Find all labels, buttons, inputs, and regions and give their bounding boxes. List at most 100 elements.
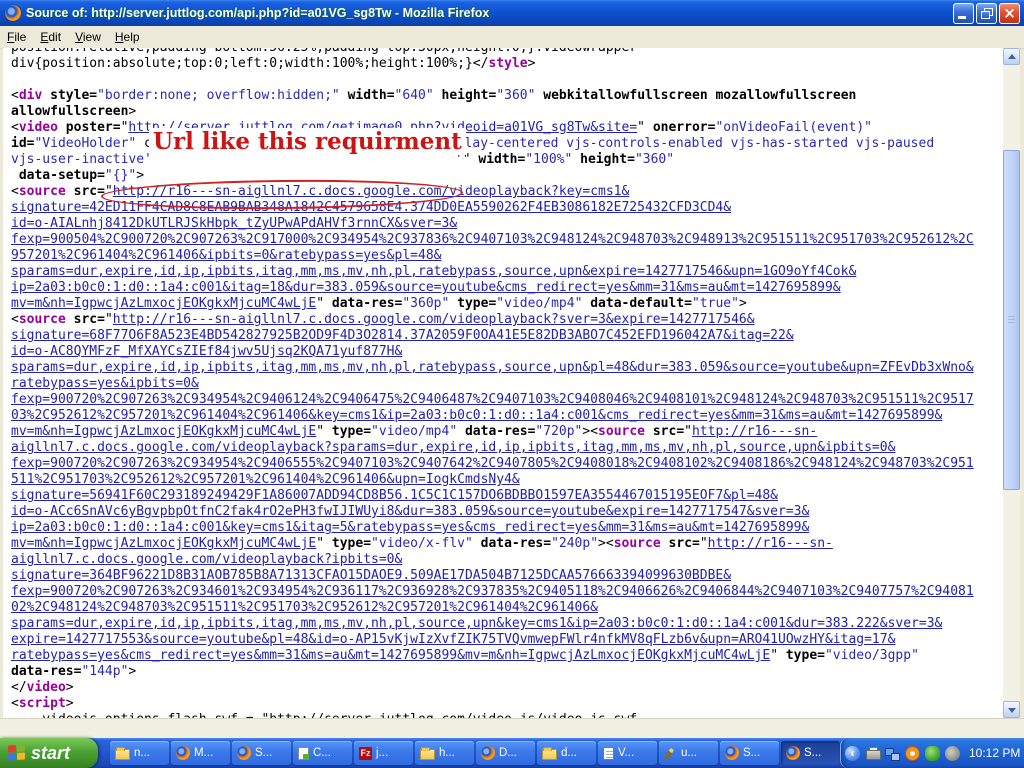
editor-icon (298, 747, 309, 760)
start-button[interactable]: start (0, 738, 98, 768)
source-link[interactable]: sparams=dur,expire,id,ip,ipbits,itag,mm,… (11, 616, 942, 631)
source-link[interactable]: ratebypass=yes&cms_redirect=yes&mm=31&ms… (11, 648, 770, 663)
taskbar-button-1[interactable]: n... (110, 741, 169, 765)
taskbar-button-11[interactable]: S... (720, 741, 779, 765)
source-text: " (770, 648, 786, 663)
taskbar-button-label: u... (681, 747, 697, 759)
taskbar: start n...M...S...C...j...h...D...d...V.… (0, 738, 1024, 768)
source-link[interactable]: expire=1427717553&source=youtube&pl=48&i… (11, 632, 895, 647)
printer-icon[interactable] (865, 746, 880, 761)
restore-button[interactable] (976, 3, 997, 24)
chevron-icon[interactable] (845, 746, 860, 761)
source-link[interactable]: id=o-ACc6SnAVc6yBgvpbpOtfnC2fak4rO2ePH3f… (11, 504, 809, 519)
orange-icon[interactable] (905, 746, 920, 761)
network-icon[interactable] (885, 746, 900, 761)
source-line: mv=m&nh=IgpwcjAzLmxocjEOKgkxMjcuMC4wLjE"… (11, 424, 1003, 440)
source-text: </ (11, 680, 27, 695)
source-text: source (19, 184, 66, 199)
source-link[interactable]: mv=m&nh=IgpwcjAzLmxocjEOKgkxMjcuMC4wLjE (11, 536, 316, 551)
taskbar-button-6[interactable]: h... (415, 741, 474, 765)
source-link[interactable]: http://r16---sn- (692, 424, 817, 439)
taskbar-button-12[interactable]: S... (781, 741, 840, 765)
source-link[interactable]: aigllnl7.c.docs.google.com/videoplayback… (11, 552, 402, 567)
source-link[interactable]: http://r16---sn-aigllnl7.c.docs.google.c… (113, 312, 755, 327)
taskbar-button-4[interactable]: C... (293, 741, 352, 765)
source-line: fexp=900720%2C907263%2C934954%2C9406124%… (11, 392, 1003, 408)
source-text: < (11, 696, 19, 711)
taskbar-button-3[interactable]: S... (232, 741, 291, 765)
source-link[interactable]: 03%2C952612%2C957201%2C961404%2C961406&k… (11, 408, 942, 423)
source-line: fexp=900720%2C907263%2C934954%2C9406555%… (11, 456, 1003, 472)
taskbar-button-label: S... (804, 747, 821, 759)
scroll-up-button[interactable] (1003, 48, 1020, 65)
source-text (645, 424, 653, 439)
source-link[interactable]: 511%2C951703%2C952612%2C957201%2C961404%… (11, 472, 520, 487)
source-text: " (316, 296, 332, 311)
taskbar-button-2[interactable]: M... (171, 741, 230, 765)
source-link[interactable]: id=o-AIALnhj8412DkUTLRJSkHbpk_tZyUPwAPdA… (11, 216, 457, 231)
source-link[interactable]: 957201%2C961404%2C961406&ipbits=0&rateby… (11, 248, 441, 263)
source-link[interactable]: fexp=900504%2C900720%2C907263%2C917000%2… (11, 232, 974, 247)
source-link[interactable]: signature=42ED11FF4CAD8C8EAB9BAB348A1842… (11, 200, 731, 215)
source-text: "onVideoFail(event)" (715, 120, 872, 135)
source-text: style= (50, 88, 97, 103)
source-text: </ (473, 56, 489, 71)
green-icon[interactable] (925, 746, 940, 761)
source-line: id=o-ACc6SnAVc6yBgvpbpOtfnC2fak4rO2ePH3f… (11, 504, 1003, 520)
source-link[interactable]: http://r16---sn-aigllnl7.c.docs.google.c… (113, 184, 630, 199)
source-text: poster= (66, 120, 121, 135)
source-link[interactable]: ratebypass=yes&ipbits=0& (11, 376, 199, 391)
source-link[interactable]: fexp=900720%2C907263%2C934954%2C9406555%… (11, 456, 974, 471)
source-link[interactable]: mv=m&nh=IgpwcjAzLmxocjEOKgkxMjcuMC4wLjE (11, 424, 316, 439)
speaker-icon[interactable] (945, 746, 960, 761)
source-link[interactable]: signature=56941F60C293189249429F1A86007A… (11, 488, 778, 503)
window-bottom-strip (0, 718, 1024, 739)
taskbar-button-5[interactable]: j... (354, 741, 413, 765)
source-link[interactable]: id=o-AC8QYMFzF_MfXAYCsZIEf84jwv5Ujsq2KQA… (11, 344, 402, 359)
pen-icon (664, 747, 677, 760)
menu-item-view[interactable]: View (68, 28, 108, 46)
close-button[interactable]: × (999, 3, 1020, 24)
source-line: ratebypass=yes&cms_redirect=yes&mm=31&ms… (11, 648, 1003, 664)
source-line: div{position:absolute;top:0;left:0;width… (11, 56, 1003, 72)
source-link[interactable]: signature=68F77O6F8A523E4BD542827925B2OD… (11, 328, 794, 343)
source-text: src= (653, 424, 684, 439)
menu-item-help[interactable]: Help (108, 28, 147, 46)
source-text: " (316, 536, 332, 551)
source-text: "100%" (525, 152, 572, 167)
source-link[interactable]: http://r16---sn- (708, 536, 833, 551)
vertical-scrollbar[interactable] (1003, 48, 1020, 718)
source-link[interactable]: sparams=dur,expire,id,ip,ipbits,itag,mm,… (11, 264, 856, 279)
source-link[interactable]: signature=364BF96221D8B31AOB785B8A71313C… (11, 568, 731, 583)
source-link[interactable]: fexp=900720%2C907263%2C934954%2C9406124%… (11, 392, 974, 407)
source-link[interactable]: ip=2a03:b0c0:1:d0::1a4:c001&key=cms1&ita… (11, 520, 809, 535)
taskbar-button-8[interactable]: d... (537, 741, 596, 765)
source-line: 03%2C952612%2C957201%2C961404%2C961406&k… (11, 408, 1003, 424)
source-link[interactable]: fexp=900720%2C907263%2C934601%2C934954%2… (11, 584, 974, 599)
taskbar-button-label: h... (439, 747, 455, 759)
source-link[interactable]: aigllnl7.c.docs.google.com/videoplayback… (11, 440, 895, 455)
source-link[interactable]: ip=2a03:b0c0:1:d0::1a4:c001&itag=18&dur=… (11, 280, 841, 295)
taskbar-button-10[interactable]: u... (659, 741, 718, 765)
source-link[interactable]: 02%2C948124%2C948703%2C951511%2C951703%2… (11, 600, 598, 615)
scrollbar-thumb[interactable] (1003, 150, 1020, 490)
menu-item-edit[interactable]: Edit (33, 28, 68, 46)
scroll-down-button[interactable] (1003, 701, 1020, 718)
taskbar-button-9[interactable]: V... (598, 741, 657, 765)
taskbar-button-label: D... (499, 747, 517, 759)
source-text: src= (669, 536, 700, 551)
source-link[interactable]: mv=m&nh=IgpwcjAzLmxocjEOKgkxMjcuMC4wLjE (11, 296, 316, 311)
source-link[interactable]: sparams=dur,expire,id,ip,ipbits,itag,mm,… (11, 360, 974, 375)
doc-icon (603, 747, 614, 760)
source-text: source (598, 424, 645, 439)
taskbar-button-7[interactable]: D... (476, 741, 535, 765)
menu-item-file[interactable]: File (0, 28, 33, 46)
source-text: " (700, 536, 708, 551)
minimize-button[interactable] (953, 3, 974, 24)
source-text: >< (598, 536, 614, 551)
window-title: Source of: http://server.juttlog.com/api… (26, 6, 953, 20)
source-text: "360p" (402, 296, 449, 311)
source-line: <source src="http://r16---sn-aigllnl7.c.… (11, 312, 1003, 328)
source-text: > (128, 104, 136, 119)
source-text: width= (348, 88, 395, 103)
